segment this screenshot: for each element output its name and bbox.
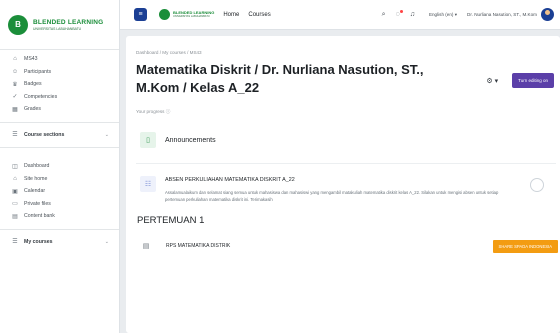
topbar-logo-subtitle: UNIVERSITAS LABUHANBATU (173, 15, 210, 19)
brand-subtitle: UNIVERSITAS LABUHANBATU (33, 26, 82, 31)
search-icon[interactable]: ⌕ (382, 11, 386, 19)
sidebar-item-private-files[interactable]: ▭ Private files (0, 198, 119, 211)
chevron-down-icon: ⌄ (104, 131, 109, 138)
share-spada-button[interactable]: SHARE SPADA INDONESIA (492, 240, 558, 253)
file-icon: ▭ (12, 201, 18, 208)
sidebar: B BLENDED LEARNING UNIVERSITAS LABUHANBA… (0, 0, 120, 333)
brand-block[interactable]: B BLENDED LEARNING UNIVERSITAS LABUHANBA… (0, 0, 119, 50)
sidebar-item-course[interactable]: ⌂ MS43 (0, 53, 119, 66)
sidebar-item-content-bank[interactable]: ▤ Content bank (0, 210, 119, 223)
home-icon: ⌂ (13, 175, 17, 182)
top-navbar: ≡ BLENDED LEARNING UNIVERSITAS LABUHANBA… (120, 0, 560, 30)
language-selector[interactable]: English (en) ▾ (429, 12, 457, 18)
turn-editing-on-button[interactable]: Turn editing on (512, 73, 554, 88)
divider (0, 147, 119, 148)
avatar[interactable] (541, 8, 554, 21)
activity-absen[interactable]: ☷ ABSEN PERKULIAHAN MATEMATIKA DISKRIT A… (136, 172, 560, 203)
logo-icon (159, 9, 170, 20)
sidebar-item-label: Content bank (24, 213, 55, 220)
drawer-toggle-button[interactable]: ≡ (134, 8, 147, 21)
people-icon: ☺ (11, 68, 19, 75)
sidebar-item-label: Badges (24, 81, 42, 88)
activity-label[interactable]: Announcements (165, 137, 216, 144)
notification-dot (399, 10, 403, 13)
file-icon: ▤ (142, 243, 150, 250)
nav-link-home[interactable]: Home (223, 12, 239, 18)
completion-checkbox[interactable] (530, 178, 544, 192)
divider (0, 121, 119, 123)
course-nav: ⌂ MS43 ☺ Participants ♛ Badges ✓ Compete… (0, 50, 119, 157)
progress-label: Your progress ⓘ (136, 109, 171, 114)
page-title: Matematika Diskrit / Dr. Nurliana Nasuti… (136, 62, 424, 95)
sidebar-item-label: Site home (24, 175, 48, 182)
sidebar-item-label: Private files (24, 200, 51, 207)
forum-icon: ▯ (140, 132, 156, 148)
brand-logo-icon: B (8, 14, 28, 35)
sidebar-item-course-sections[interactable]: ☰ Course sections ⌄ (0, 129, 119, 142)
graduation-cap-icon: ☰ (12, 239, 18, 246)
box-icon: ▤ (12, 213, 18, 220)
table-icon: ▦ (12, 106, 18, 113)
sidebar-item-competencies[interactable]: ✓ Competencies (0, 91, 119, 104)
user-name[interactable]: Dr. Nurliana Nasution, ST., M.Kom (467, 12, 537, 17)
site-nav: ◫ Dashboard ⌂ Site home ▣ Calendar ▭ Pri… (0, 157, 119, 251)
divider (0, 228, 119, 230)
sidebar-item-label: Calendar (24, 188, 46, 195)
dashboard-icon: ◫ (12, 163, 18, 170)
section-title: PERTEMUAN 1 (137, 215, 205, 226)
messages-icon[interactable]: ◌ (396, 10, 403, 18)
divider (136, 163, 556, 164)
check-icon: ✓ (12, 94, 18, 101)
list-icon: ☰ (12, 132, 18, 139)
topbar-logo[interactable]: BLENDED LEARNING UNIVERSITAS LABUHANBATU (159, 9, 214, 20)
activity-label[interactable]: RPS MATEMATIKA DISTRIK (166, 243, 230, 249)
badge-icon: ♛ (12, 81, 18, 88)
calendar-icon: ▣ (12, 188, 18, 195)
sidebar-item-grades[interactable]: ▦ Grades (0, 103, 119, 116)
bell-icon[interactable]: ♫ (410, 11, 415, 18)
nav-link-courses[interactable]: Courses (248, 12, 270, 18)
sidebar-item-label: Participants (24, 68, 52, 75)
chevron-down-icon: ⌄ (104, 238, 109, 245)
activity-announcements[interactable]: ▯ Announcements (136, 129, 560, 151)
attendance-icon: ☷ (140, 176, 156, 192)
sidebar-item-my-courses[interactable]: ☰ My courses ⌄ (0, 236, 119, 249)
sidebar-item-label: MS43 (24, 56, 38, 63)
sidebar-item-badges[interactable]: ♛ Badges (0, 78, 119, 91)
sidebar-item-calendar[interactable]: ▣ Calendar (0, 185, 119, 198)
sidebar-item-label: Course sections (24, 131, 65, 138)
sidebar-item-label: Grades (24, 106, 42, 113)
sidebar-item-dashboard[interactable]: ◫ Dashboard (0, 160, 119, 173)
main-content: Dashboard / My courses / MS43 Matematika… (126, 36, 560, 333)
activity-label[interactable]: ABSEN PERKULIAHAN MATEMATIKA DISKRIT A_2… (165, 177, 505, 183)
sidebar-item-site-home[interactable]: ⌂ Site home (0, 173, 119, 186)
sidebar-item-label: Competencies (24, 93, 58, 100)
gear-icon[interactable]: ⚙ ▾ (486, 77, 498, 85)
sidebar-item-label: Dashboard (24, 163, 50, 170)
activity-rps[interactable]: ▤ RPS MATEMATIKA DISTRIK SHARE SPADA IND… (136, 238, 560, 254)
sidebar-item-participants[interactable]: ☺ Participants (0, 66, 119, 79)
breadcrumb[interactable]: Dashboard / My courses / MS43 (136, 50, 560, 55)
activity-description: Assalamualaikum dan selamat siang semua … (165, 190, 499, 202)
sidebar-item-label: My courses (24, 238, 53, 245)
brand-name: BLENDED LEARNING (33, 18, 104, 26)
graduation-cap-icon: ⌂ (13, 56, 17, 63)
